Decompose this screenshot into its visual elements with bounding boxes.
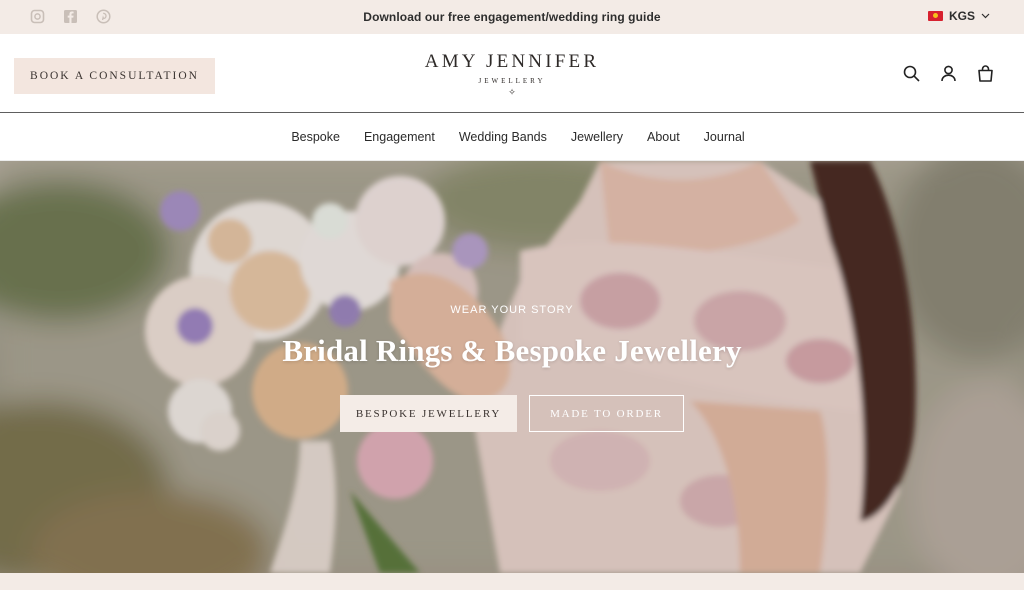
currency-selector[interactable]: KGS	[927, 9, 990, 23]
made-to-order-button[interactable]: MADE TO ORDER	[529, 395, 684, 432]
nav-item-jewellery[interactable]: Jewellery	[571, 130, 623, 144]
logo-name: AMY JENNIFER	[424, 51, 600, 72]
hero-banner: WEAR YOUR STORY Bridal Rings & Bespoke J…	[0, 161, 1024, 573]
nav-item-journal[interactable]: Journal	[704, 130, 745, 144]
logo-subtitle: JEWELLERY	[478, 77, 546, 85]
hero-eyebrow: WEAR YOUR STORY	[450, 304, 574, 316]
search-icon[interactable]	[903, 65, 920, 82]
nav-item-bespoke[interactable]: Bespoke	[291, 130, 340, 144]
nav-item-engagement[interactable]: Engagement	[364, 130, 435, 144]
bespoke-jewellery-button[interactable]: BESPOKE JEWELLERY	[340, 395, 517, 432]
brand-logo[interactable]: AMY JENNIFER JEWELLERY ✧	[412, 51, 612, 97]
announcement-bar: Download our free engagement/wedding rin…	[0, 0, 1024, 34]
logo-sparkle-icon: ✧	[508, 87, 516, 97]
account-icon[interactable]	[940, 65, 957, 82]
section-divider	[0, 573, 1024, 590]
cart-icon[interactable]	[977, 65, 994, 82]
nav-item-wedding-bands[interactable]: Wedding Bands	[459, 130, 547, 144]
book-consultation-button[interactable]: BOOK A CONSULTATION	[14, 58, 215, 94]
nav-item-about[interactable]: About	[647, 130, 680, 144]
header-actions	[903, 65, 994, 82]
main-navigation: Bespoke Engagement Wedding Bands Jewelle…	[0, 114, 1024, 161]
hero-title: Bridal Rings & Bespoke Jewellery	[282, 333, 742, 368]
chevron-down-icon	[981, 13, 990, 19]
kyrgyzstan-flag-icon	[927, 11, 943, 21]
announcement-link[interactable]: Download our free engagement/wedding rin…	[0, 10, 1024, 24]
currency-label: KGS	[948, 9, 975, 23]
site-header: BOOK A CONSULTATION AMY JENNIFER JEWELLE…	[0, 34, 1024, 113]
